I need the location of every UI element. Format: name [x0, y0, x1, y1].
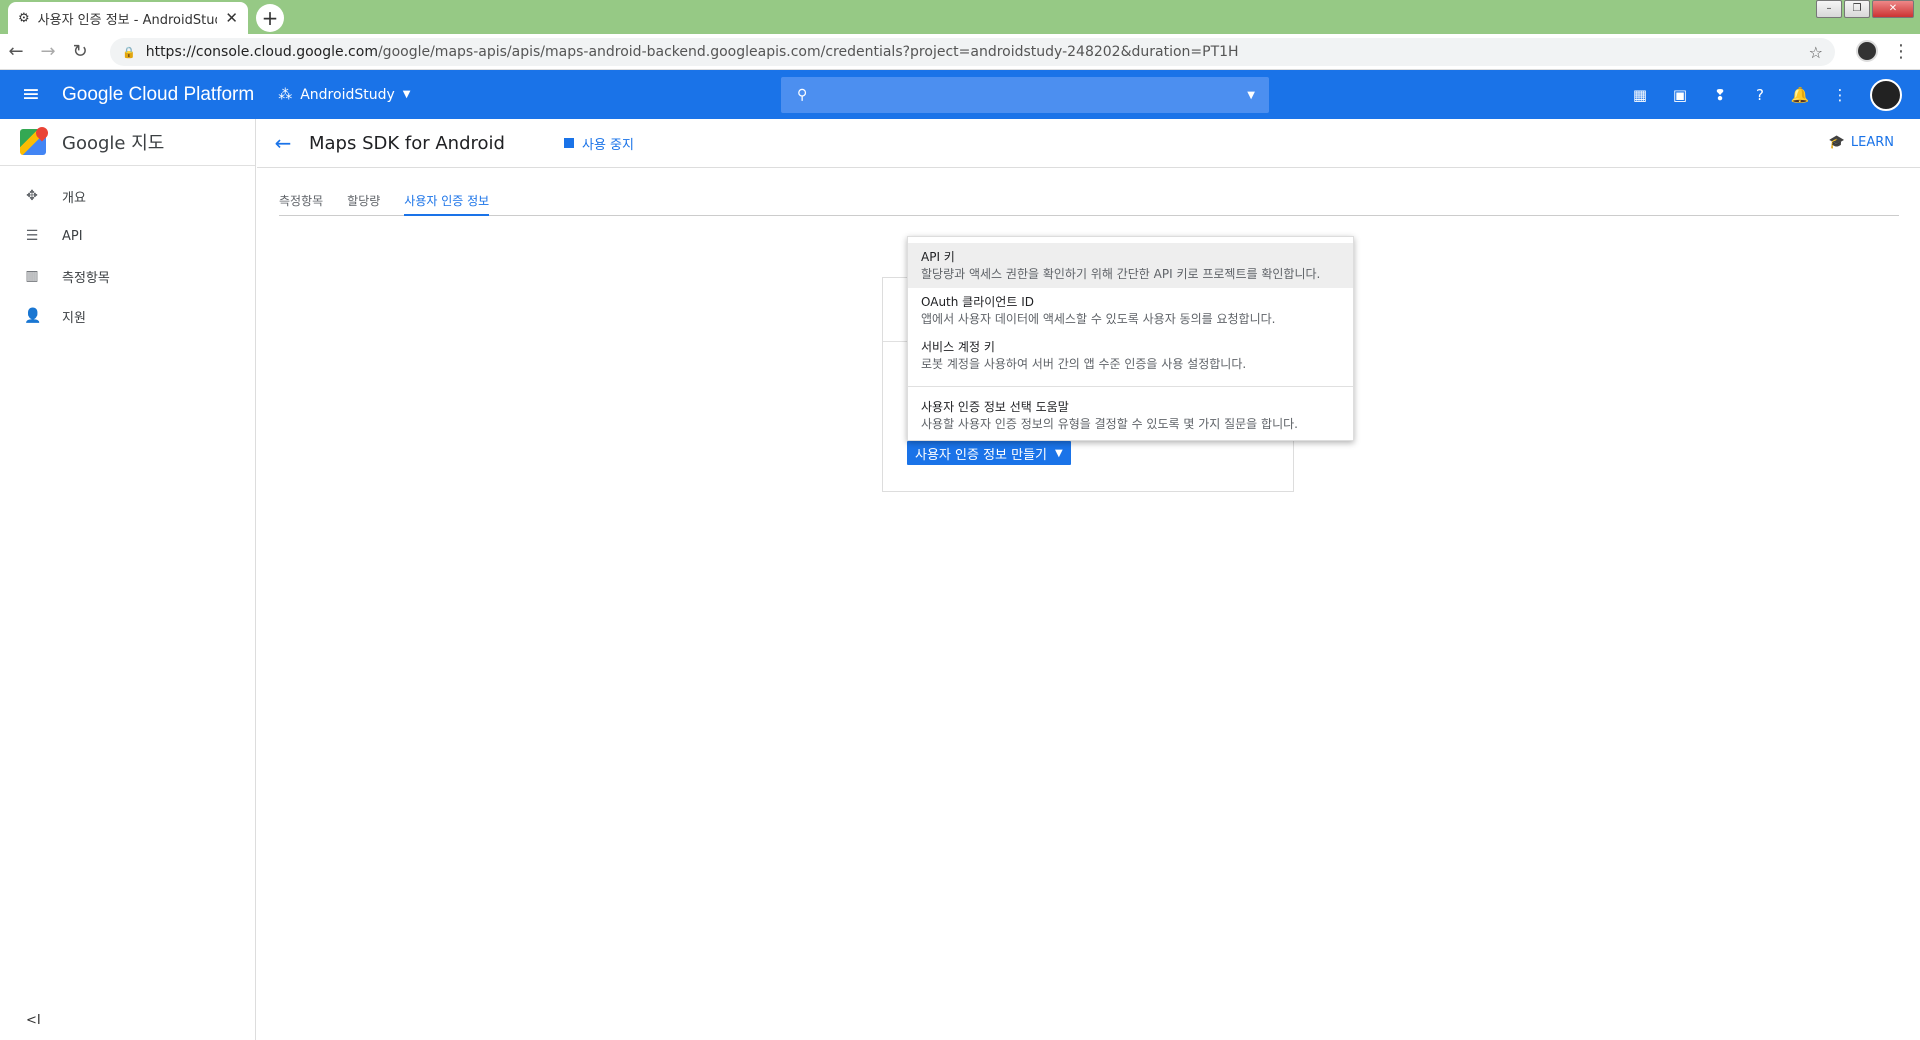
address-bar[interactable]: 🔒 https://console.cloud.google.com /goog…: [110, 38, 1835, 66]
gift-icon[interactable]: ▦: [1630, 85, 1650, 105]
dropdown-arrow-icon: ▼: [1055, 447, 1063, 459]
menu-item-title: OAuth 클라이언트 ID: [921, 295, 1034, 309]
bar-chart-icon: ▥: [25, 268, 39, 284]
menu-item-title: API 키: [921, 250, 955, 264]
stop-square-icon: [564, 138, 574, 148]
sidebar-title: Google 지도: [62, 133, 165, 154]
notifications-bell-icon[interactable]: 🔔: [1790, 85, 1810, 105]
sidebar-item-label: 지원: [62, 310, 86, 326]
url-path: /google/maps-apis/apis/maps-android-back…: [377, 44, 1239, 60]
menu-item-desc: 할당량과 액세스 권한을 확인하기 위해 간단한 API 키로 프로젝트를 확인…: [921, 267, 1321, 281]
menu-item-help-me-choose[interactable]: 사용자 인증 정보 선택 도움말 사용할 사용자 인증 정보의 유형을 결정할 …: [908, 393, 1353, 438]
close-tab-icon[interactable]: ✕: [225, 9, 238, 27]
close-window-button[interactable]: ✕: [1872, 0, 1914, 18]
menu-item-desc: 사용할 사용자 인증 정보의 유형을 결정할 수 있도록 몇 가지 질문을 합니…: [921, 417, 1298, 431]
tab-strip: ⚙ 사용자 인증 정보 - AndroidStud ✕ + – ❐ ✕: [0, 0, 1920, 34]
tab-credentials[interactable]: 사용자 인증 정보: [404, 189, 490, 216]
back-icon[interactable]: ←: [0, 41, 32, 62]
forward-icon[interactable]: →: [32, 41, 64, 62]
learn-button[interactable]: 🎓 LEARN: [1829, 135, 1894, 150]
browser-menu-icon[interactable]: ⋮: [1892, 41, 1910, 62]
create-credentials-label: 사용자 인증 정보 만들기: [915, 447, 1047, 463]
sidebar-item-label: API: [62, 228, 83, 244]
menu-item-service-account[interactable]: 서비스 계정 키 로봇 계정을 사용하여 서버 간의 앱 수준 인증을 사용 설…: [908, 333, 1353, 378]
tab-bar: 측정항목 할당량 사용자 인증 정보: [279, 189, 1899, 216]
browser-chrome: ⚙ 사용자 인증 정보 - AndroidStud ✕ + – ❐ ✕ ← → …: [0, 0, 1920, 70]
back-arrow-icon[interactable]: ←: [257, 131, 309, 155]
gear-favicon-icon: ⚙: [18, 10, 30, 26]
menu-divider: [908, 386, 1353, 387]
disable-api-button[interactable]: 사용 중지: [564, 134, 634, 153]
url-host: https://console.cloud.google.com: [145, 44, 378, 60]
help-icon[interactable]: ?: [1750, 85, 1770, 105]
sidebar-item-api[interactable]: ☰ API: [0, 216, 255, 256]
browser-toolbar: ← → ↻ 🔒 https://console.cloud.google.com…: [0, 34, 1920, 70]
bookmark-star-icon[interactable]: ☆: [1809, 43, 1823, 62]
sidebar-header: Google 지도: [0, 119, 255, 166]
hamburger-menu-icon[interactable]: ≡: [0, 82, 62, 107]
maximize-button[interactable]: ❐: [1844, 0, 1870, 18]
account-avatar[interactable]: [1870, 78, 1902, 111]
tab-quota[interactable]: 할당량: [347, 189, 380, 216]
disable-label: 사용 중지: [582, 137, 634, 153]
chevron-down-icon: ▼: [402, 89, 411, 100]
google-maps-logo-icon: [20, 129, 46, 155]
learn-label: LEARN: [1850, 135, 1894, 150]
school-icon: 🎓: [1828, 135, 1845, 150]
sidebar: Google 지도 ✥ 개요 ☰ API ▥ 측정항목 👤 지원 <I: [0, 119, 256, 1040]
gcp-title[interactable]: Google Cloud Platform: [62, 84, 254, 106]
menu-item-title: 서비스 계정 키: [921, 340, 995, 354]
more-options-icon[interactable]: ⋮: [1830, 85, 1850, 105]
sidebar-item-label: 개요: [62, 190, 86, 206]
create-credentials-button[interactable]: 사용자 인증 정보 만들기 ▼: [907, 441, 1071, 465]
feedback-icon[interactable]: ❢: [1710, 85, 1730, 105]
tab-title: 사용자 인증 정보 - AndroidStud: [37, 12, 218, 28]
content-header: ← Maps SDK for Android 사용 중지 🎓 LEARN: [257, 119, 1920, 168]
browser-tab[interactable]: ⚙ 사용자 인증 정보 - AndroidStud ✕: [8, 2, 248, 34]
lock-icon: 🔒: [122, 45, 136, 59]
sidebar-item-metrics[interactable]: ▥ 측정항목: [0, 256, 255, 296]
reload-icon[interactable]: ↻: [64, 41, 96, 62]
sidebar-item-overview[interactable]: ✥ 개요: [0, 176, 255, 216]
search-bar[interactable]: ⚲ ▼: [781, 77, 1269, 113]
tab-metrics[interactable]: 측정항목: [279, 189, 323, 216]
collapse-sidebar-button[interactable]: <I: [26, 1013, 41, 1028]
list-icon: ☰: [25, 228, 39, 244]
search-icon: ⚲: [797, 87, 808, 103]
person-icon: 👤: [24, 308, 42, 324]
browser-profile-avatar[interactable]: [1856, 40, 1878, 62]
menu-item-api-key[interactable]: API 키 할당량과 액세스 권한을 확인하기 위해 간단한 API 키로 프로…: [908, 243, 1353, 288]
minimize-button[interactable]: –: [1816, 0, 1842, 18]
menu-item-desc: 앱에서 사용자 데이터에 액세스할 수 있도록 사용자 동의를 요청합니다.: [921, 312, 1276, 326]
menu-item-desc: 로봇 계정을 사용하여 서버 간의 앱 수준 인증을 사용 설정합니다.: [921, 357, 1247, 371]
menu-item-oauth[interactable]: OAuth 클라이언트 ID 앱에서 사용자 데이터에 액세스할 수 있도록 사…: [908, 288, 1353, 333]
sidebar-item-support[interactable]: 👤 지원: [0, 296, 255, 336]
project-selector[interactable]: ⁂ AndroidStudy ▼: [278, 87, 410, 103]
search-dropdown-icon[interactable]: ▼: [1247, 90, 1255, 101]
project-name: AndroidStudy: [300, 86, 395, 103]
window-controls: – ❐ ✕: [1816, 0, 1914, 18]
gcp-header: ≡ Google Cloud Platform ⁂ AndroidStudy ▼…: [0, 70, 1920, 119]
sidebar-item-label: 측정항목: [62, 270, 110, 286]
new-tab-button[interactable]: +: [256, 4, 284, 32]
overview-icon: ✥: [26, 188, 38, 204]
project-icon: ⁂: [278, 86, 293, 103]
credentials-dropdown-menu: API 키 할당량과 액세스 권한을 확인하기 위해 간단한 API 키로 프로…: [907, 236, 1354, 441]
menu-item-title: 사용자 인증 정보 선택 도움말: [921, 400, 1069, 414]
cloud-shell-icon[interactable]: ▣: [1670, 85, 1690, 105]
page-title: Maps SDK for Android: [309, 132, 505, 154]
